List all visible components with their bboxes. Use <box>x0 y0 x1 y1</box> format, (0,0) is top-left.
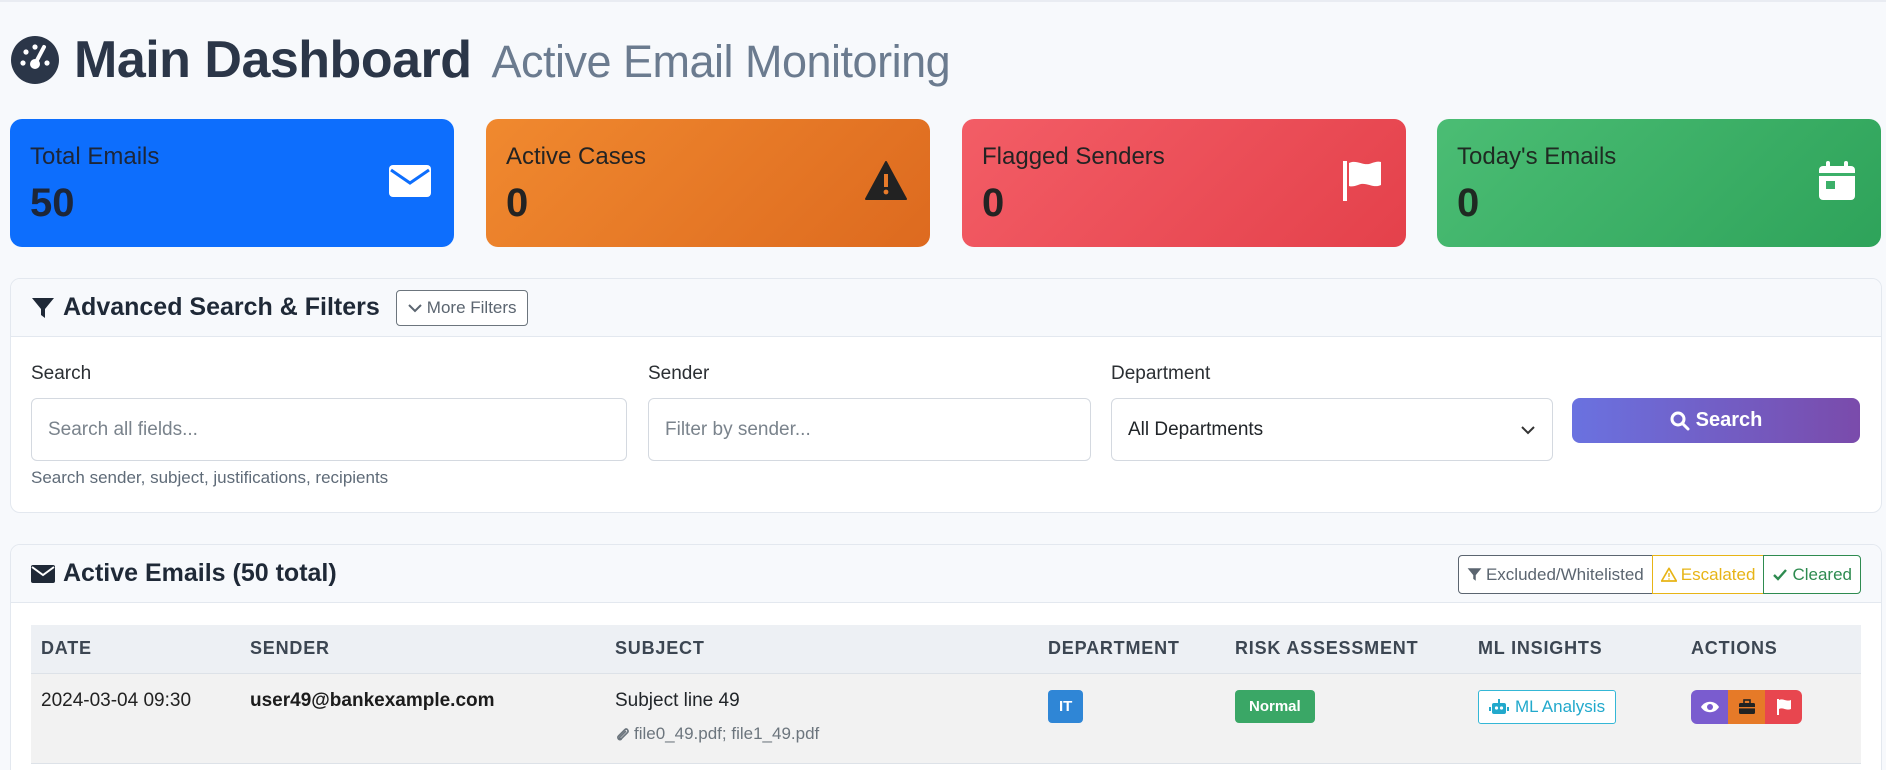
department-select[interactable]: All Departments <box>1111 398 1553 461</box>
eye-icon <box>1700 701 1719 712</box>
paperclip-icon <box>617 727 629 740</box>
search-help-text: Search sender, subject, justifications, … <box>31 468 389 487</box>
briefcase-icon <box>1738 698 1755 714</box>
flag-icon <box>1776 699 1791 715</box>
escalated-button[interactable]: Escalated <box>1651 555 1765 594</box>
chevron-down-icon <box>408 303 422 312</box>
column-header-actions: ACTIONS <box>1681 625 1861 674</box>
stat-label: Today's Emails <box>1457 143 1617 170</box>
email-risk-cell: Normal <box>1225 673 1468 764</box>
create-case-button[interactable] <box>1728 689 1765 724</box>
warning-icon <box>865 161 907 200</box>
email-date: 2024-03-04 09:30 <box>31 673 240 764</box>
email-attachments: file0_49.pdf; file1_49.pdf <box>615 724 1028 744</box>
column-header-department[interactable]: DEPARTMENT <box>1038 625 1225 674</box>
table-header-row: DATE SENDER SUBJECT DEPARTMENT RISK ASSE… <box>31 625 1861 674</box>
warning-icon <box>1660 567 1677 582</box>
stat-label: Active Cases <box>506 143 647 170</box>
more-filters-label: More Filters <box>426 297 517 317</box>
stat-card-active-cases: Active Cases 0 <box>486 119 930 247</box>
filters-title-text: Advanced Search & Filters <box>63 293 380 321</box>
excluded-whitelisted-button[interactable]: Excluded/Whitelisted <box>1457 555 1653 594</box>
stat-card-flagged-senders: Flagged Senders 0 <box>962 119 1406 247</box>
ml-analysis-button[interactable]: ML Analysis <box>1478 689 1617 724</box>
stat-label: Flagged Senders <box>982 143 1165 170</box>
email-ml-cell: ML Analysis <box>1468 673 1681 764</box>
page-title-text: Main Dashboard <box>74 31 472 89</box>
dashboard-gauge-icon <box>11 36 59 84</box>
emails-header: Active Emails (50 total) Excluded/Whitel… <box>11 545 1881 603</box>
view-button[interactable] <box>1691 689 1728 724</box>
page-title: Main Dashboard Active Email Monitoring <box>74 30 951 90</box>
calendar-icon <box>1819 161 1855 200</box>
escalated-label: Escalated <box>1680 564 1756 584</box>
envelope-icon <box>31 564 55 583</box>
cleared-button[interactable]: Cleared <box>1763 555 1861 594</box>
stat-value: 0 <box>982 181 1005 225</box>
ml-analysis-label: ML Analysis <box>1515 696 1606 716</box>
stat-card-total-emails: Total Emails 50 <box>10 119 454 247</box>
page-header: Main Dashboard Active Email Monitoring <box>10 30 951 90</box>
robot-icon <box>1489 698 1509 714</box>
email-subject-cell: Subject line 49 file0_49.pdf; file1_49.p… <box>605 673 1038 764</box>
search-icon <box>1670 411 1690 430</box>
stat-value: 0 <box>1457 181 1480 225</box>
search-button[interactable]: Search <box>1572 398 1860 443</box>
check-icon <box>1773 568 1788 581</box>
filters-title: Advanced Search & Filters <box>31 293 380 322</box>
column-header-subject[interactable]: SUBJECT <box>605 625 1038 674</box>
attachment-names: file0_49.pdf; file1_49.pdf <box>634 723 820 743</box>
flag-sender-button[interactable] <box>1765 689 1802 724</box>
table-row[interactable]: 2024-03-04 09:30 user49@bankexample.com … <box>31 673 1861 764</box>
emails-title-text: Active Emails (50 total) <box>63 559 337 587</box>
search-label: Search <box>31 363 92 384</box>
flag-icon <box>1343 161 1381 201</box>
envelope-icon <box>389 165 431 197</box>
cleared-label: Cleared <box>1792 564 1852 584</box>
filter-icon <box>1467 568 1482 581</box>
active-emails-panel: Active Emails (50 total) Excluded/Whitel… <box>10 544 1882 770</box>
more-filters-button[interactable]: More Filters <box>395 289 528 326</box>
stat-value: 0 <box>506 181 529 225</box>
top-border <box>0 0 1886 2</box>
email-status-toggle-group: Excluded/Whitelisted Escalated Cleared <box>1457 555 1861 594</box>
email-actions-cell <box>1681 673 1861 764</box>
department-select-value: All Departments <box>1128 418 1264 440</box>
stat-label: Total Emails <box>30 143 160 170</box>
department-label: Department <box>1111 363 1211 384</box>
stat-card-todays-emails: Today's Emails 0 <box>1437 119 1881 247</box>
chevron-down-icon <box>1521 425 1535 434</box>
emails-title: Active Emails (50 total) <box>31 559 337 588</box>
column-header-sender[interactable]: SENDER <box>240 625 605 674</box>
emails-table: DATE SENDER SUBJECT DEPARTMENT RISK ASSE… <box>31 625 1861 764</box>
email-sender: user49@bankexample.com <box>240 673 605 764</box>
email-department-cell: IT <box>1038 673 1225 764</box>
stat-value: 50 <box>30 181 75 225</box>
email-subject: Subject line 49 <box>615 689 740 711</box>
search-button-label: Search <box>1695 409 1763 431</box>
row-action-group <box>1691 689 1802 724</box>
search-input[interactable] <box>31 398 627 461</box>
filter-icon <box>32 297 54 318</box>
department-badge: IT <box>1048 689 1084 723</box>
column-header-risk[interactable]: RISK ASSESSMENT <box>1225 625 1468 674</box>
sender-filter-input[interactable] <box>648 398 1091 461</box>
sender-label: Sender <box>648 363 710 384</box>
page-subtitle: Active Email Monitoring <box>491 36 951 87</box>
excluded-label: Excluded/Whitelisted <box>1485 564 1644 584</box>
advanced-search-panel: Advanced Search & Filters More Filters S… <box>10 278 1882 513</box>
filters-header: Advanced Search & Filters More Filters <box>11 279 1881 337</box>
column-header-date[interactable]: DATE <box>31 625 240 674</box>
risk-badge: Normal <box>1235 689 1315 723</box>
column-header-ml-insights[interactable]: ML INSIGHTS <box>1468 625 1681 674</box>
